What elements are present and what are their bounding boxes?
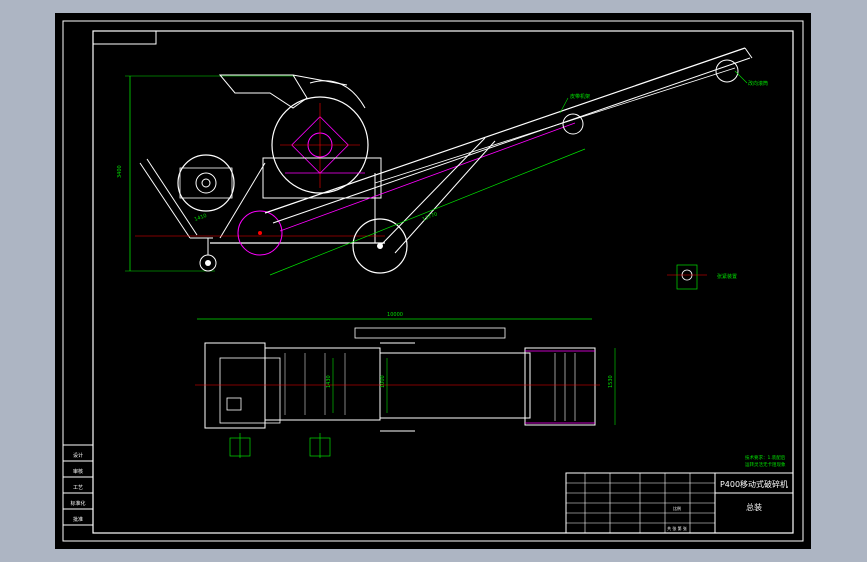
scale-label: 比例 bbox=[673, 505, 681, 511]
callout-belt: 皮带机架 bbox=[570, 93, 590, 100]
left-block-label-3: 标准化 bbox=[70, 500, 85, 507]
sheet-label: 共 张 第 张 bbox=[667, 525, 687, 531]
cad-viewport[interactable]: 设计 审核 工艺 标准化 批准 3400 1410 13770 皮带机架 改向滚… bbox=[55, 13, 811, 549]
side-view: 3400 1410 13770 皮带机架 改向滚筒 bbox=[117, 47, 768, 276]
note-line-2: 运转灵活无卡阻现象 bbox=[745, 461, 786, 468]
left-block-label-2: 工艺 bbox=[73, 485, 83, 491]
dim-small-text: 1410 bbox=[194, 213, 208, 223]
drawing-canvas: 设计 审核 工艺 标准化 批准 3400 1410 13770 皮带机架 改向滚… bbox=[62, 20, 804, 542]
title-block: P400移动式破碎机 总装 比例 共 张 第 张 bbox=[565, 472, 794, 534]
feed-hopper bbox=[218, 74, 308, 109]
dim-w1: 1430 bbox=[326, 375, 332, 388]
top-crusher bbox=[264, 347, 381, 421]
conveyor-upper bbox=[264, 47, 746, 214]
tensioner-detail: 张紧装置 bbox=[667, 264, 737, 290]
drawing-title: P400移动式破碎机 bbox=[720, 479, 788, 489]
dim-w3: 1530 bbox=[608, 375, 614, 388]
top-caster-left bbox=[229, 433, 251, 458]
top-motor bbox=[204, 342, 266, 429]
dim-w2: 1000 bbox=[380, 375, 386, 388]
drawing-subtitle: 总装 bbox=[746, 502, 762, 512]
sheet-inner-border bbox=[92, 30, 794, 534]
sheet-outer-border bbox=[62, 20, 804, 542]
left-revision-block: 设计 审核 工艺 标准化 批准 bbox=[62, 444, 94, 526]
dim-height-text: 3400 bbox=[117, 165, 123, 178]
detail-label: 张紧装置 bbox=[717, 273, 737, 280]
top-view: 10000 1430 1000 1530 bbox=[195, 312, 616, 458]
top-conveyor bbox=[379, 352, 531, 419]
left-block-label-4: 批准 bbox=[73, 516, 83, 523]
drive-motor bbox=[177, 154, 235, 212]
top-head-frame bbox=[524, 347, 596, 426]
callout-roller: 改向滚筒 bbox=[748, 80, 768, 87]
left-block-label-0: 设计 bbox=[73, 452, 83, 459]
note-line-1: 技术要求：1.装配后 bbox=[745, 454, 786, 461]
head-pulley bbox=[715, 59, 739, 83]
left-block-label-1: 审核 bbox=[73, 468, 83, 475]
dim-top-length: 10000 bbox=[387, 312, 403, 318]
top-caster-right bbox=[309, 433, 331, 458]
drawing-number-box bbox=[92, 30, 157, 45]
